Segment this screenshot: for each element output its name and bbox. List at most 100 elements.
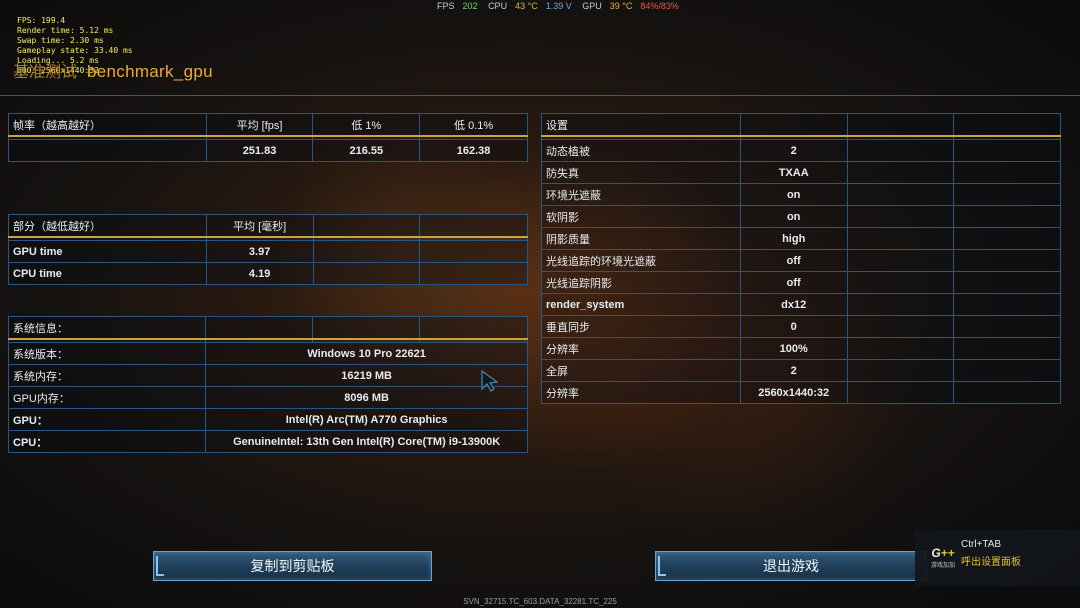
settings-header: 设置: [541, 113, 1061, 137]
empty-cell: [953, 381, 1061, 404]
popup-shortcut: Ctrl+TAB: [961, 539, 1002, 550]
parts-label-gpu: GPU time: [8, 240, 207, 263]
empty-cell: [312, 240, 421, 263]
table-row: 系统内存： 16219 MB: [7, 364, 528, 387]
empty-cell: [846, 249, 955, 272]
table-row: 垂直同步 0: [541, 315, 1061, 338]
hw-cpu-temp: 43 °C: [515, 1, 538, 11]
title-name: benchmark_gpu: [87, 62, 213, 81]
empty-cell: [846, 271, 955, 294]
fps-low1-value: 216.55: [312, 139, 421, 162]
exit-button-label: 退出游戏: [763, 558, 819, 574]
empty-cell: [953, 161, 1061, 184]
sys-label-cpu: CPU：: [7, 430, 207, 453]
logo-plus: ++: [940, 546, 955, 560]
empty-cell: [846, 113, 955, 137]
exit-game-button[interactable]: 退出游戏: [655, 551, 927, 581]
setting-value: 2: [739, 139, 848, 162]
fps-table-header: 帧率（越高越好） 平均 [fps] 低 1% 低 0.1%: [8, 113, 528, 137]
sys-label-gpu-memory: GPU内存：: [7, 386, 207, 409]
setting-label: 防失真: [541, 161, 741, 184]
setting-label: 分辨率: [541, 337, 741, 360]
sys-value-gpu: Intel(R) Arc(TM) A770 Graphics: [205, 408, 528, 431]
setting-value: high: [739, 227, 848, 250]
empty-cell: [846, 293, 955, 316]
setting-label: 分辨率: [541, 381, 741, 404]
empty-cell: [846, 205, 955, 228]
page-title: 基准测试 benchmark_gpu: [13, 58, 213, 82]
system-info-table: 系统信息： 系统版本： Windows 10 Pro 22621 系统内存： 1…: [7, 316, 528, 453]
parts-header-avg: 平均 [毫秒]: [205, 214, 314, 238]
setting-label: 环境光遮蔽: [541, 183, 741, 206]
fps-row-label: [8, 139, 207, 162]
copy-to-clipboard-button[interactable]: 复制到剪贴板: [153, 551, 432, 581]
hw-fps-value: 202: [462, 1, 478, 11]
fps-header-low1: 低 1%: [312, 113, 421, 137]
setting-value: 0: [739, 315, 848, 338]
mouse-cursor-icon: [481, 370, 499, 392]
setting-label: 光线追踪阴影: [541, 271, 741, 294]
empty-cell: [846, 183, 955, 206]
setting-value: 2560x1440:32: [739, 381, 848, 404]
empty-cell: [419, 316, 528, 340]
gameplus-logo-icon: G++ 游戏加加: [925, 546, 961, 572]
fps-header-low01: 低 0.1%: [419, 113, 528, 137]
table-row: 防失真 TXAA: [541, 161, 1061, 184]
empty-cell: [953, 139, 1061, 162]
hardware-monitor-bar: FPS 202 CPU 43 °C 1.39 V GPU 39 °C 84%/83%: [437, 1, 687, 11]
settings-header-label: 设置: [541, 113, 741, 137]
setting-value: 2: [739, 359, 848, 382]
sys-label-os: 系统版本：: [7, 342, 207, 365]
table-row: 全屏 2: [541, 359, 1061, 382]
empty-cell: [953, 271, 1061, 294]
empty-cell: [846, 161, 955, 184]
empty-cell: [953, 249, 1061, 272]
empty-cell: [739, 113, 848, 137]
empty-cell: [953, 113, 1061, 137]
table-row: 软阴影 on: [541, 205, 1061, 228]
table-row: CPU time 4.19: [8, 262, 528, 285]
copy-button-label: 复制到剪贴板: [250, 558, 335, 574]
setting-value: off: [739, 271, 848, 294]
table-row: 分辨率 2560x1440:32: [541, 381, 1061, 404]
hw-gpu-load: 84%/83%: [640, 1, 679, 11]
logo-sub: 游戏加加: [930, 563, 955, 569]
sys-label-memory: 系统内存：: [7, 364, 207, 387]
setting-value: 100%: [739, 337, 848, 360]
overlay-swap-time: Swap time: 2.30 ms: [17, 36, 104, 45]
overlay-shortcut-popup[interactable]: G++ 游戏加加 Ctrl+TAB 呼出设置面板: [915, 530, 1080, 586]
empty-cell: [846, 337, 955, 360]
fps-header-label: 帧率（越高越好）: [8, 113, 207, 137]
empty-cell: [953, 293, 1061, 316]
title-prefix: 基准测试: [13, 64, 78, 81]
sys-value-memory: 16219 MB: [205, 364, 528, 387]
sys-value-gpu-memory: 8096 MB: [205, 386, 528, 409]
empty-cell: [953, 183, 1061, 206]
empty-cell: [419, 262, 528, 285]
parts-label-cpu: CPU time: [8, 262, 207, 285]
table-row: GPU： Intel(R) Arc(TM) A770 Graphics: [7, 408, 528, 431]
setting-label: 软阴影: [541, 205, 741, 228]
table-row: 光线追踪阴影 off: [541, 271, 1061, 294]
system-info-header: 系统信息：: [7, 316, 528, 340]
fps-header-avg: 平均 [fps]: [205, 113, 314, 137]
empty-cell: [846, 227, 955, 250]
setting-value: on: [739, 183, 848, 206]
table-row: GPU time 3.97: [8, 240, 528, 263]
system-info-header-label: 系统信息：: [7, 316, 207, 340]
table-row: 251.83 216.55 162.38: [8, 139, 528, 162]
fps-avg-value: 251.83: [205, 139, 314, 162]
empty-cell: [419, 240, 528, 263]
parts-header-empty-1: [312, 214, 421, 238]
setting-value: off: [739, 249, 848, 272]
empty-cell: [846, 315, 955, 338]
empty-cell: [205, 316, 314, 340]
overlay-render-time: Render time: 5.12 ms: [17, 26, 114, 35]
build-version: SVN_32715.TC_603.DATA_32281.TC_225: [463, 597, 617, 606]
setting-label: 垂直同步: [541, 315, 741, 338]
empty-cell: [953, 227, 1061, 250]
table-row: render_system dx12: [541, 293, 1061, 316]
logo-text: G: [931, 546, 941, 560]
empty-cell: [953, 359, 1061, 382]
hw-cpu-volt: 1.39 V: [545, 1, 572, 11]
